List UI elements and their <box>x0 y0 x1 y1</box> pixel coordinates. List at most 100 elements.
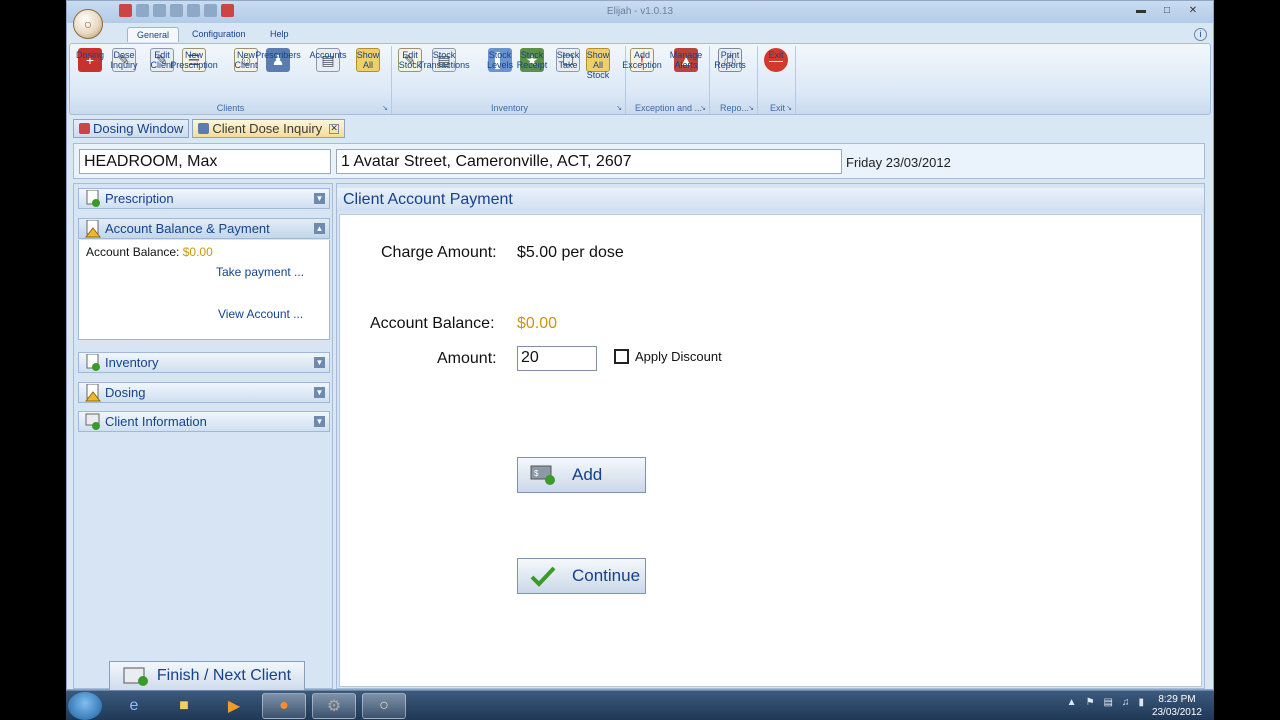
manage-alerts-button[interactable]: ▲ Manage Alerts <box>670 48 702 72</box>
client-header-bar: HEADROOM, Max 1 Avatar Street, Cameronvi… <box>73 143 1205 179</box>
dialog-launcher-icon[interactable]: ↘ <box>616 104 622 112</box>
internet-explorer-icon[interactable]: e <box>112 693 156 719</box>
left-sidebar: Prescription ▼ Account Balance & Payment… <box>73 183 333 689</box>
tab-general[interactable]: General <box>127 27 180 42</box>
minimize-icon[interactable]: ▬ <box>1129 3 1153 18</box>
section-account-balance-payment[interactable]: Account Balance & Payment ▲ <box>78 218 330 239</box>
dialog-launcher-icon[interactable]: ↘ <box>748 104 754 112</box>
account-balance-label: Account Balance: <box>370 315 495 332</box>
tools-icon[interactable]: ⚙ <box>312 693 356 719</box>
checkbox-box[interactable] <box>614 349 629 364</box>
media-player-icon[interactable]: ▶ <box>212 693 256 719</box>
show-all-stock-button[interactable]: Show All Stock <box>586 48 610 80</box>
charge-amount-value: $5.00 per dose <box>517 244 624 261</box>
ribbon-group-reports: ⎙ Print Reports Repo... ↘ <box>712 46 758 114</box>
dosing-button[interactable]: + Dosing <box>76 48 104 72</box>
title-bar: Elijah - v1.0.13 ▬ □ ✕ <box>67 1 1213 23</box>
window-title: Elijah - v1.0.13 <box>606 6 674 17</box>
page-title: Client Account Payment <box>337 188 1204 212</box>
show-all-clients-button[interactable]: Show All <box>356 48 380 72</box>
dialog-launcher-icon[interactable]: ↘ <box>786 104 792 112</box>
close-tab-icon[interactable]: ✕ <box>329 123 340 134</box>
chevron-down-icon: ▼ <box>314 416 325 427</box>
inventory-group-label: Inventory <box>490 103 529 113</box>
file-explorer-icon[interactable]: ■ <box>162 693 206 719</box>
signal-icon[interactable]: ▮ <box>1138 697 1144 708</box>
accounts-button[interactable]: ▤ Accounts <box>309 48 347 72</box>
exit-button[interactable]: — Exit <box>764 48 788 72</box>
stock-take-button[interactable]: ☐ Stock Take <box>556 48 580 72</box>
current-date: Friday 23/03/2012 <box>846 155 951 170</box>
new-prescription-button[interactable]: ☰ New Prescription <box>170 48 218 72</box>
clients-group-label: Clients <box>216 103 245 113</box>
account-balance-panel: Account Balance: $0.00 Take payment ... … <box>78 240 330 340</box>
maximize-icon[interactable]: □ <box>1155 3 1179 18</box>
elijah-app-icon[interactable]: ○ <box>362 693 406 719</box>
tab-configuration[interactable]: Configuration <box>183 27 255 41</box>
finish-next-client-button[interactable]: Finish / Next Client <box>109 661 305 691</box>
prescribers-button[interactable]: ♟ Prescribers <box>255 48 301 72</box>
show-hidden-icons-icon[interactable]: ▲ <box>1067 697 1077 708</box>
take-payment-link[interactable]: Take payment ... <box>216 265 304 279</box>
dose-inquiry-button[interactable]: ✎ Dose Inquiry <box>111 48 138 72</box>
start-button[interactable] <box>68 692 102 720</box>
ribbon-group-exit: — Exit Exit ↘ <box>760 46 796 114</box>
check-document-icon <box>86 354 100 371</box>
check-icon <box>530 565 556 587</box>
print-reports-button[interactable]: ⎙ Print Reports <box>714 48 746 72</box>
firefox-icon[interactable]: ● <box>262 693 306 719</box>
stock-receipt-button[interactable]: ★ Stock Receipt <box>517 48 547 72</box>
help-icon[interactable]: i <box>1194 28 1207 41</box>
chevron-down-icon: ▼ <box>314 357 325 368</box>
volume-icon[interactable]: ♫ <box>1122 697 1130 708</box>
apply-discount-checkbox[interactable]: Apply Discount <box>614 349 722 364</box>
section-inventory[interactable]: Inventory ▼ <box>78 352 330 373</box>
exception-group-label: Exception and ... <box>634 103 703 113</box>
chevron-up-icon: ▲ <box>314 223 325 234</box>
payment-form: Charge Amount: $5.00 per dose Account Ba… <box>339 214 1202 687</box>
amount-label: Amount: <box>437 350 497 367</box>
add-exception-button[interactable]: ! Add Exception <box>622 48 662 72</box>
close-icon[interactable]: ✕ <box>1181 3 1205 18</box>
account-balance-value: $0.00 <box>182 245 213 259</box>
stock-levels-button[interactable]: ▌ Stock Levels <box>487 48 513 72</box>
tab-help[interactable]: Help <box>261 27 298 41</box>
dialog-launcher-icon[interactable]: ↘ <box>382 104 388 112</box>
section-prescription[interactable]: Prescription ▼ <box>78 188 330 209</box>
warning-document-icon <box>85 384 101 402</box>
client-card-check-icon <box>123 667 148 686</box>
account-balance-label: Account Balance: <box>86 245 180 259</box>
client-address-field: 1 Avatar Street, Cameronville, ACT, 2607 <box>336 149 842 174</box>
client-name-field: HEADROOM, Max <box>79 149 331 174</box>
app-window: Elijah - v1.0.13 ▬ □ ✕ ○ General Configu… <box>66 0 1214 691</box>
dosing-tab-icon <box>79 123 90 134</box>
flag-icon[interactable]: ⚑ <box>1086 697 1095 708</box>
app-menu-orb-icon[interactable]: ○ <box>73 9 103 39</box>
warning-document-icon <box>85 220 101 238</box>
continue-button[interactable]: Continue <box>517 558 646 594</box>
network-icon[interactable]: ▤ <box>1104 697 1113 708</box>
desktop: Elijah - v1.0.13 ▬ □ ✕ ○ General Configu… <box>0 0 1280 720</box>
account-balance-value: $0.00 <box>517 315 558 332</box>
dialog-launcher-icon[interactable]: ↘ <box>700 104 706 112</box>
check-document-icon <box>86 190 100 207</box>
tab-client-dose-inquiry[interactable]: Client Dose Inquiry ✕ <box>192 119 346 138</box>
amount-input[interactable]: 20 <box>517 346 597 371</box>
stock-transactions-button[interactable]: ▤ Stock Transactions <box>418 48 470 72</box>
section-dosing[interactable]: Dosing ▼ <box>78 382 330 403</box>
section-client-information[interactable]: Client Information ▼ <box>78 411 330 432</box>
main-panel: Client Account Payment Charge Amount: $5… <box>336 183 1205 689</box>
taskbar-clock[interactable]: 8:29 PM 23/03/2012 <box>1152 693 1202 719</box>
add-button[interactable]: $ Add <box>517 457 646 493</box>
ribbon-group-clients: + Dosing ✎ Dose Inquiry ✎ Edit Client ☰ … <box>70 46 392 114</box>
ribbon: + Dosing ✎ Dose Inquiry ✎ Edit Client ☰ … <box>69 43 1211 115</box>
ribbon-group-exception: ! Add Exception ▲ Manage Alerts Exceptio… <box>622 46 710 114</box>
svg-text:$: $ <box>534 469 539 478</box>
system-tray: ▲ ⚑ ▤ ♫ ▮ <box>1067 697 1144 708</box>
view-account-link[interactable]: View Account ... <box>218 307 303 321</box>
document-tabs: Dosing Window Client Dose Inquiry ✕ <box>73 119 346 139</box>
window-controls: ▬ □ ✕ <box>1129 3 1205 18</box>
ribbon-group-inventory: ✎ Edit Stock ▤ Stock Transactions ▌ Stoc… <box>394 46 626 114</box>
tab-dosing-window[interactable]: Dosing Window <box>73 119 190 138</box>
client-check-icon <box>85 413 100 430</box>
